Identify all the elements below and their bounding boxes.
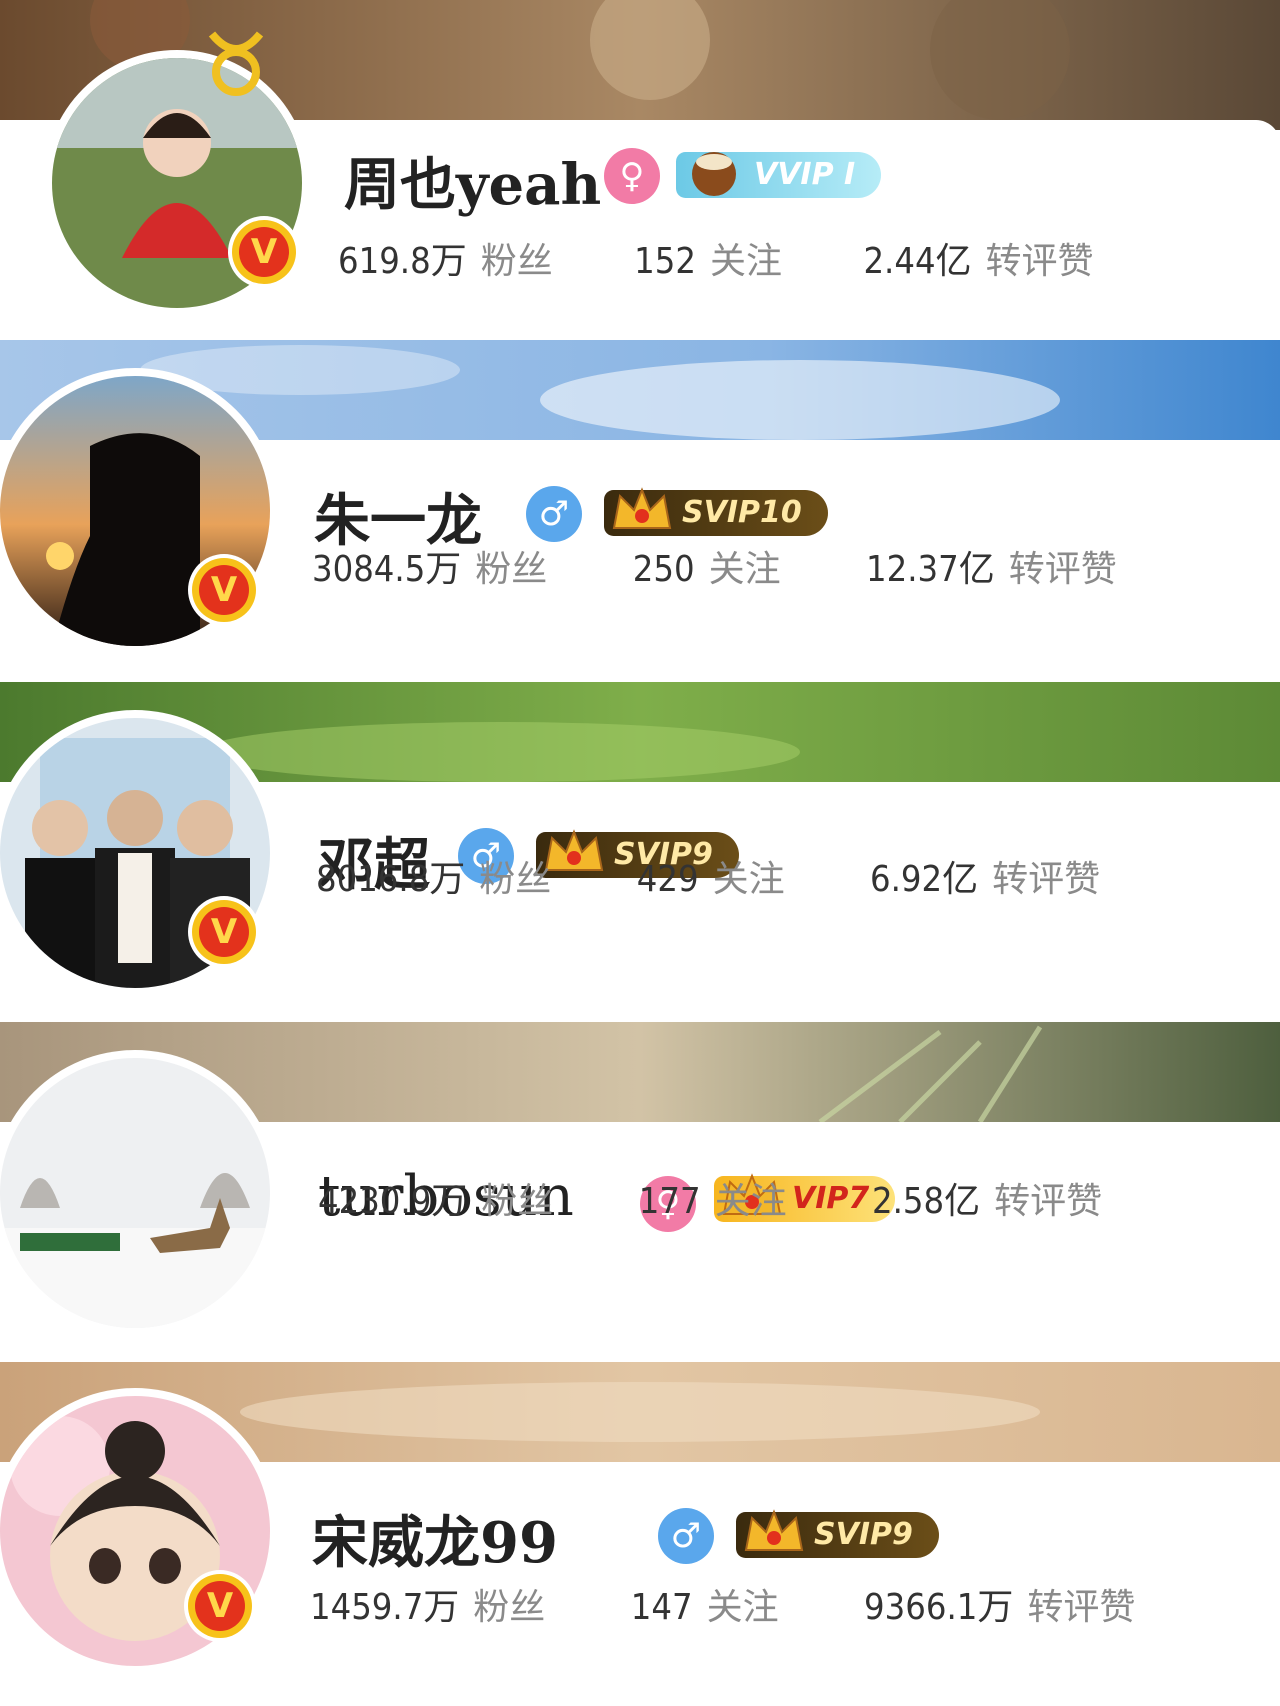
fans-stat[interactable]: 4230.9万 粉丝 — [318, 1181, 553, 1222]
follow-stat[interactable]: 147 关注 — [631, 1587, 779, 1628]
engage-stat: 12.37亿 转评赞 — [866, 549, 1117, 590]
avatar[interactable]: V — [44, 50, 310, 316]
profile-card-zhouye[interactable]: V 周也yeah ♀ VVIP I 619.8万 粉丝 152 关注 2.44亿 转评… — [0, 0, 1280, 340]
follow-stat[interactable]: 177 关注 — [639, 1181, 787, 1222]
vip-badge[interactable]: VVIP I — [676, 152, 882, 198]
fans-stat[interactable]: 3084.5万 粉丝 — [312, 549, 547, 590]
verified-icon: V — [232, 220, 296, 284]
verified-icon: V — [188, 1574, 252, 1638]
follow-stat[interactable]: 429 关注 — [637, 859, 785, 900]
stats-row: 1459.7万 粉丝 147 关注 9366.1万 转评赞 — [310, 1578, 1135, 1630]
female-icon: ♀ — [604, 148, 660, 204]
fans-stat[interactable]: 619.8万 粉丝 — [338, 241, 553, 282]
engage-stat: 9366.1万 转评赞 — [864, 1587, 1136, 1628]
vip-badge[interactable]: SVIP10 — [604, 487, 828, 536]
avatar[interactable]: V — [0, 368, 278, 654]
male-icon: ♂ — [658, 1508, 714, 1564]
verified-icon: V — [192, 558, 256, 622]
avatar[interactable] — [0, 1050, 278, 1336]
fans-stat[interactable]: 1459.7万 粉丝 — [310, 1587, 545, 1628]
vip-badge[interactable]: SVIP9 — [736, 1509, 939, 1558]
stats-row: 3084.5万 粉丝 250 关注 12.37亿 转评赞 — [312, 540, 1117, 592]
engage-stat: 6.92亿 转评赞 — [870, 859, 1101, 900]
engage-stat: 2.58亿 转评赞 — [872, 1181, 1103, 1222]
profile-card-turbosun[interactable]: turbosun ♀ VIP7 4230.9万 粉丝 177 关注 2.58亿 转评赞 — [0, 1022, 1280, 1362]
engage-stat: 2.44亿 转评赞 — [863, 241, 1094, 282]
male-icon: ♂ — [526, 486, 582, 542]
stats-row-main: 8016.8万 粉丝 429 关注 6.92亿 转评赞 — [316, 850, 1100, 902]
user-name: 宋威龙99 — [312, 1510, 558, 1576]
fans-stat[interactable]: 8016.8万 粉丝 — [316, 859, 551, 900]
profile-card-zhuyilong[interactable]: V 朱一龙 ♂ SVIP10 3084.5万 粉丝 250 关注 12.37亿 转评赞 — [0, 340, 1280, 682]
profile-card-songweilong[interactable]: V 宋威龙99 ♂ SVIP9 1459.7万 粉丝 147 关注 9366.1万转… — [0, 1362, 1280, 1706]
profile-card-dengchao[interactable]: V 邓超 ♂ SVIP9 8016.8万 粉丝 429 关注 6.92亿 转评赞 — [0, 682, 1280, 1022]
user-name: 周也yeah — [344, 152, 602, 218]
crown-icon — [744, 1509, 804, 1551]
follow-stat[interactable]: 250 关注 — [633, 549, 781, 590]
avatar[interactable]: V — [0, 710, 278, 996]
verified-icon: V — [192, 900, 256, 964]
zodiac-taurus-icon — [208, 31, 264, 96]
follow-stat[interactable]: 152 关注 — [634, 241, 782, 282]
crown-icon — [612, 487, 672, 529]
avatar[interactable]: V — [0, 1388, 278, 1674]
stats-row: 619.8万 粉丝 152 关注 2.44亿 转评赞 — [338, 232, 1094, 284]
stats-row-values: 4230.9万 粉丝 177 关注 2.58亿 转评赞 — [318, 1172, 1102, 1224]
coconut-icon — [692, 152, 736, 196]
